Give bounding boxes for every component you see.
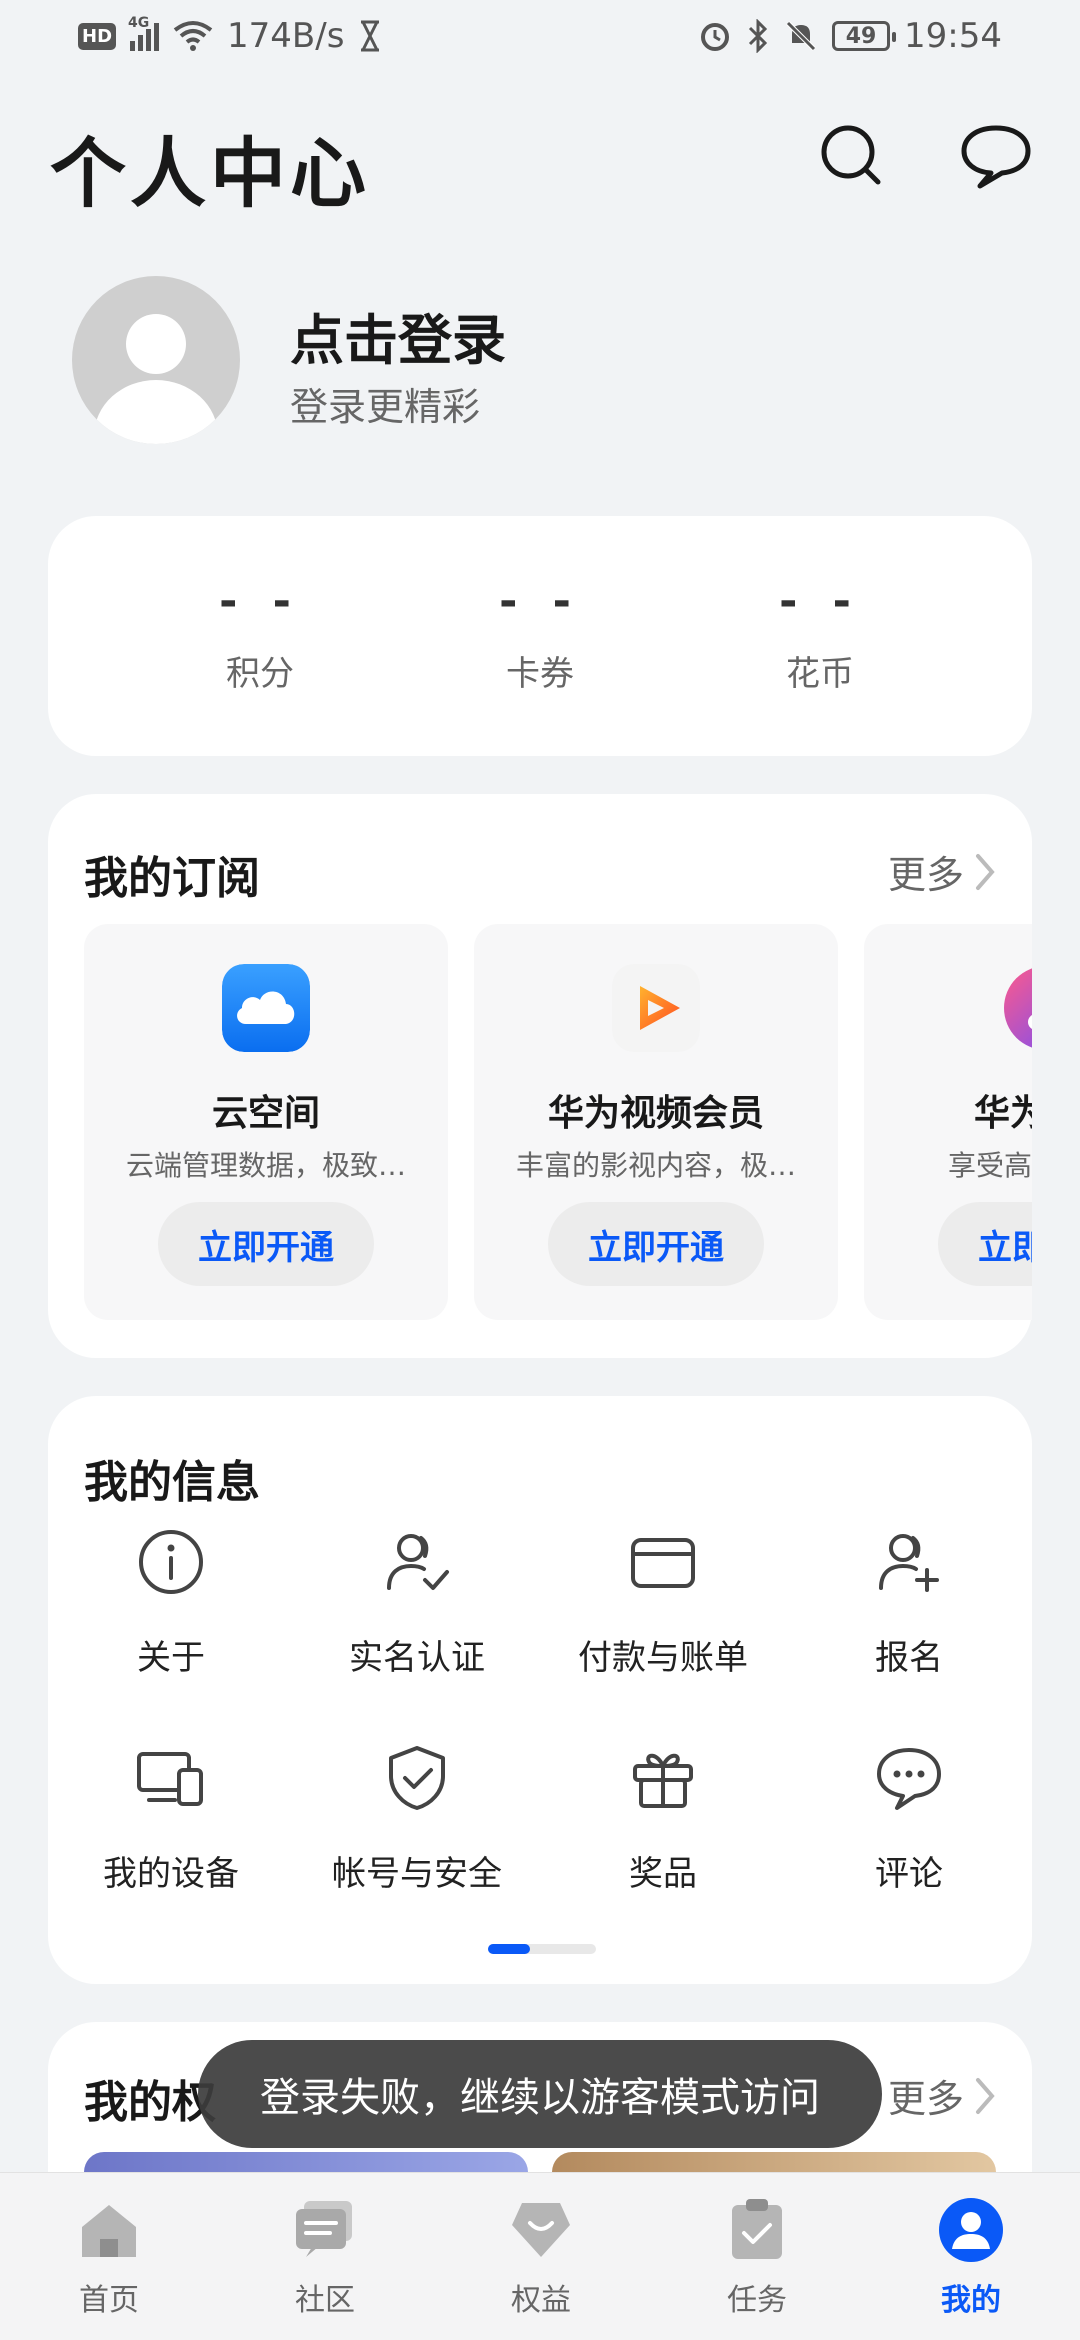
stat-value: - -	[499, 576, 581, 627]
default-avatar-icon	[94, 314, 218, 444]
stat-coins[interactable]: - - 花币	[720, 576, 920, 695]
subscription-card[interactable]: 云空间 云端管理数据，极致… 立即开通	[84, 924, 448, 1320]
add-user-icon	[879, 1534, 939, 1592]
net-speed: 174B/s	[227, 16, 345, 56]
comment-icon	[877, 1748, 941, 1810]
more-link[interactable]: 更多	[888, 2068, 996, 2123]
tab-community[interactable]: 社区	[260, 2197, 390, 2319]
home-icon	[82, 2205, 136, 2257]
subscribe-button[interactable]: 立即开通	[548, 1202, 764, 1286]
info-item-payment[interactable]: 付款与账单	[540, 1526, 786, 1679]
info-label: 我的设备	[103, 1854, 239, 1894]
stat-points[interactable]: - - 积分	[160, 576, 360, 695]
alarm-icon	[701, 23, 730, 51]
search-icon[interactable]	[814, 118, 890, 194]
info-item-real-name[interactable]: 实名认证	[294, 1526, 540, 1679]
subscription-card[interactable]: 华为视频会员 丰富的影视内容，极… 立即开通	[474, 924, 838, 1320]
battery-icon: 49	[832, 21, 897, 51]
community-icon	[296, 2201, 352, 2257]
tab-label: 首页	[79, 2283, 139, 2318]
stat-label: 卡券	[506, 654, 574, 694]
info-label: 报名	[875, 1638, 943, 1678]
chevron-right-icon	[976, 853, 995, 890]
bottom-tab-bar: 首页 社区 权益 任务 我的	[0, 2172, 1080, 2340]
tab-label: 权益	[511, 2283, 571, 2318]
info-label: 关于	[137, 1638, 205, 1678]
wifi-icon	[173, 21, 213, 51]
info-item-signup[interactable]: 报名	[786, 1526, 1032, 1679]
subscription-desc: 丰富的影视内容，极…	[515, 1149, 796, 1182]
clock: 19:54	[904, 16, 1002, 56]
task-icon	[732, 2199, 782, 2259]
more-label: 更多	[887, 853, 964, 897]
login-subtitle: 登录更精彩	[290, 385, 481, 429]
subscription-name: 华为视频会员	[547, 1093, 764, 1134]
signal-icon: 4G	[128, 15, 160, 51]
bluetooth-icon	[748, 19, 768, 53]
card-icon	[631, 1538, 695, 1588]
stat-value: - -	[219, 576, 301, 627]
page-title: 个人中心	[50, 129, 370, 218]
info-item-security[interactable]: 帐号与安全	[294, 1742, 540, 1895]
stat-value: - -	[779, 576, 861, 627]
info-label: 帐号与安全	[332, 1854, 502, 1894]
subscription-desc: 云端管理数据，极致…	[125, 1149, 406, 1182]
chevron-right-icon	[976, 2077, 995, 2114]
my-info-card: 我的信息 关于 实名认证 付款与账单 报名 我的设备 帐号与安全 奖品 评论	[48, 1396, 1032, 1984]
tab-label: 任务	[727, 2283, 787, 2318]
info-item-about[interactable]: 关于	[48, 1526, 294, 1679]
tab-home[interactable]: 首页	[44, 2197, 174, 2319]
stat-coupons[interactable]: - - 卡券	[440, 576, 640, 695]
rights-icon	[512, 2203, 570, 2257]
subscribe-button[interactable]: 立即开通	[158, 1202, 374, 1286]
subscription-desc: 享受高品质音乐	[947, 1149, 1032, 1182]
avatar[interactable]	[72, 276, 240, 444]
music-icon	[1004, 968, 1032, 1048]
subscriptions-card: 我的订阅 更多 云空间 云端管理数据，极致… 立即开通 华为视频会员 丰富的影视…	[48, 794, 1032, 1358]
stats-card: - - 积分 - - 卡券 - - 花币	[48, 516, 1032, 756]
login-title[interactable]: 点击登录	[290, 296, 506, 375]
toast-message: 登录失败，继续以游客模式访问	[198, 2040, 882, 2148]
info-item-devices[interactable]: 我的设备	[48, 1742, 294, 1895]
tab-rights[interactable]: 权益	[476, 2197, 606, 2319]
stat-label: 花币	[786, 654, 854, 694]
status-bar: HD 4G 174B/s 49 19:54	[0, 0, 1080, 72]
mute-bell-icon	[786, 21, 816, 51]
subscription-name: 云空间	[211, 1093, 320, 1134]
info-item-comments[interactable]: 评论	[786, 1742, 1032, 1895]
verified-user-icon	[387, 1534, 449, 1590]
stat-label: 积分	[226, 654, 294, 694]
page-indicator-active	[488, 1944, 530, 1954]
subscribe-button[interactable]: 立即开通	[938, 1202, 1032, 1286]
info-item-prizes[interactable]: 奖品	[540, 1742, 786, 1895]
subscription-card[interactable]: 华为音乐 享受高品质音乐 立即开通	[864, 924, 1032, 1320]
network-type: 4G	[128, 15, 150, 31]
tab-label: 社区	[295, 2283, 355, 2318]
info-label: 实名认证	[349, 1638, 485, 1678]
video-play-icon	[612, 964, 700, 1052]
section-title: 我的信息	[84, 1457, 260, 1508]
page-indicator	[488, 1944, 596, 1954]
section-title: 我的订阅	[84, 853, 260, 904]
tab-label: 我的	[941, 2283, 1001, 2318]
info-label: 付款与账单	[578, 1638, 748, 1678]
hourglass-icon	[361, 20, 380, 52]
subscription-carousel[interactable]: 云空间 云端管理数据，极致… 立即开通 华为视频会员 丰富的影视内容，极… 立即…	[84, 924, 1032, 1324]
info-label: 奖品	[629, 1854, 697, 1894]
tab-profile[interactable]: 我的	[906, 2197, 1036, 2319]
hd-badge: HD	[78, 22, 117, 50]
message-icon[interactable]	[958, 118, 1034, 194]
section-title: 我的权	[84, 2077, 216, 2128]
subscription-name: 华为音乐	[973, 1093, 1032, 1134]
profile-icon	[939, 2198, 1003, 2262]
gift-icon	[633, 1753, 693, 1808]
cloud-icon	[222, 964, 310, 1052]
shield-check-icon	[389, 1746, 445, 1810]
more-link[interactable]: 更多	[888, 844, 996, 899]
info-icon	[139, 1530, 203, 1594]
tab-tasks[interactable]: 任务	[692, 2197, 822, 2319]
more-label: 更多	[887, 2077, 964, 2121]
devices-icon	[137, 1752, 203, 1806]
info-label: 评论	[875, 1854, 943, 1894]
